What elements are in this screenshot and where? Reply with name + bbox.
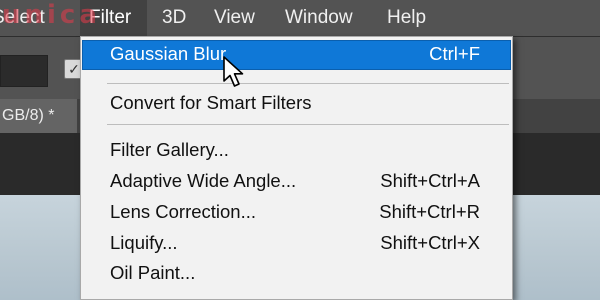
menu-item-adaptive-wide-angle[interactable]: Adaptive Wide Angle... Shift+Ctrl+A: [82, 167, 511, 195]
menu-item-shortcut: Shift+Ctrl+R: [379, 201, 480, 222]
menu-item-gaussian-blur[interactable]: Gaussian Blur Ctrl+F: [82, 40, 511, 70]
options-input-field[interactable]: [0, 55, 48, 87]
filter-dropdown-menu: Gaussian Blur Ctrl+F Convert for Smart F…: [80, 36, 513, 300]
menu-separator: [107, 83, 509, 84]
menu-item-liquify[interactable]: Liquify... Shift+Ctrl+X: [82, 229, 511, 257]
menu-item-label: Adaptive Wide Angle...: [110, 170, 297, 191]
menu-item-shortcut: Shift+Ctrl+X: [380, 232, 480, 253]
menu-item-label: Oil Paint...: [110, 262, 196, 283]
menu-window[interactable]: Window: [285, 0, 353, 36]
menu-view[interactable]: View: [214, 0, 255, 36]
check-icon: ✓: [68, 61, 80, 77]
arrow-pointer-icon: [222, 55, 248, 94]
watermark-logo: unica: [2, 0, 101, 30]
document-tab[interactable]: GB/8) *: [0, 99, 77, 133]
menu-item-convert-smart-filters[interactable]: Convert for Smart Filters: [82, 89, 511, 117]
menu-item-shortcut: Ctrl+F: [429, 43, 480, 64]
menu-window-label: Window: [285, 7, 353, 28]
menu-item-shortcut: Shift+Ctrl+A: [380, 170, 480, 191]
menu-help[interactable]: Help: [387, 0, 426, 36]
menu-item-label: Filter Gallery...: [110, 139, 229, 160]
menu-separator: [107, 124, 509, 125]
menu-item-oil-paint[interactable]: Oil Paint...: [82, 259, 511, 287]
menu-item-label: Lens Correction...: [110, 201, 257, 222]
menu-item-label: Liquify...: [110, 232, 178, 253]
menu-view-label: View: [214, 7, 255, 28]
menu-3d-label: 3D: [162, 7, 187, 28]
menu-item-lens-correction[interactable]: Lens Correction... Shift+Ctrl+R: [82, 198, 511, 226]
document-tab-label: GB/8) *: [2, 107, 55, 124]
menu-help-label: Help: [387, 7, 427, 28]
menu-3d[interactable]: 3D: [162, 0, 186, 36]
menu-item-label: Gaussian Blur: [110, 43, 227, 64]
menu-item-label: Convert for Smart Filters: [110, 92, 312, 113]
menu-item-filter-gallery[interactable]: Filter Gallery...: [82, 136, 511, 164]
